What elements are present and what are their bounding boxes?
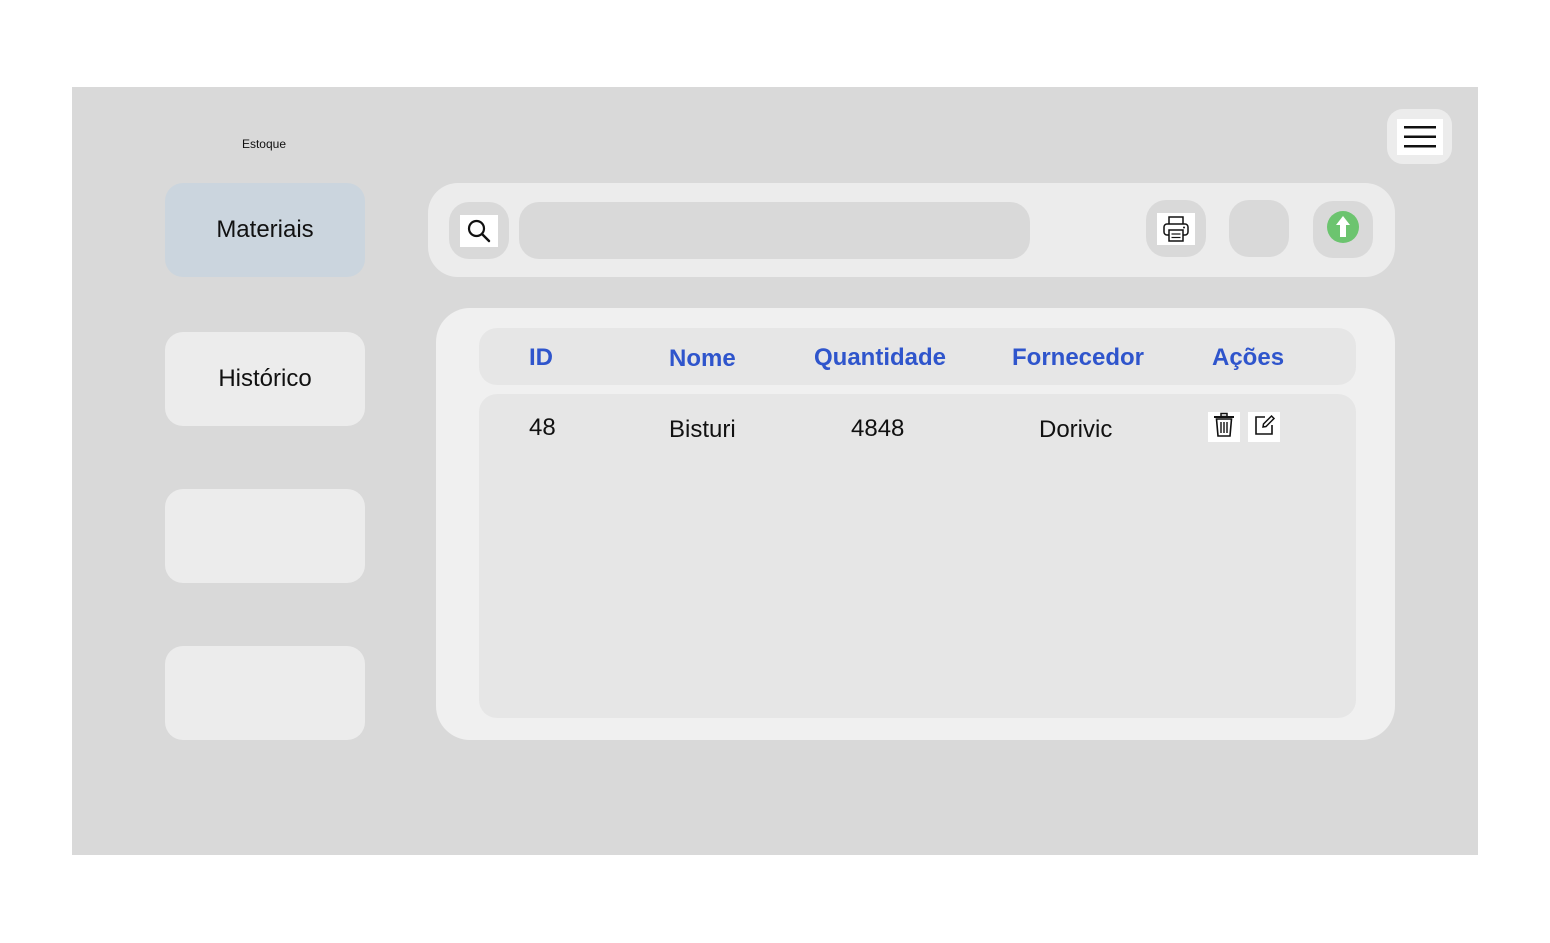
print-button[interactable] <box>1146 200 1206 257</box>
column-header-nome[interactable]: Nome <box>669 345 736 373</box>
toolbar <box>428 183 1395 277</box>
column-header-quantidade[interactable]: Quantidade <box>814 344 946 372</box>
sidebar-item-materiais[interactable]: Materiais <box>165 183 365 277</box>
cell-id: 48 <box>529 414 556 441</box>
cell-quantidade: 4848 <box>851 415 905 442</box>
column-header-id[interactable]: ID <box>529 344 553 372</box>
sidebar-item-historico[interactable]: Histórico <box>165 332 365 426</box>
menu-button[interactable] <box>1387 109 1452 164</box>
edit-button[interactable] <box>1248 412 1280 442</box>
sidebar-item-label: Materiais <box>216 216 314 243</box>
upload-button[interactable] <box>1313 201 1373 258</box>
materials-panel: ID Nome Quantidade Fornecedor Ações 48 B… <box>436 308 1395 740</box>
delete-button[interactable] <box>1208 412 1240 442</box>
sidebar-item-empty-1[interactable] <box>165 489 365 583</box>
table-body: 48 Bisturi 4848 Dorivic <box>479 394 1356 718</box>
column-header-fornecedor[interactable]: Fornecedor <box>1012 344 1144 372</box>
trash-icon <box>1212 412 1236 443</box>
hamburger-menu-icon <box>1396 118 1443 155</box>
empty-toolbar-button[interactable] <box>1229 200 1289 257</box>
search-icon <box>460 214 498 247</box>
sidebar-item-label: Histórico <box>218 365 312 392</box>
search-button[interactable] <box>449 202 509 259</box>
sidebar-item-empty-2[interactable] <box>165 646 365 740</box>
edit-icon <box>1252 413 1276 442</box>
table-header: ID Nome Quantidade Fornecedor Ações <box>479 328 1356 385</box>
app-title: Estoque <box>241 137 287 151</box>
cell-nome: Bisturi <box>669 416 736 443</box>
search-input[interactable] <box>519 202 1030 259</box>
upload-arrow-icon <box>1326 210 1360 249</box>
column-header-acoes: Ações <box>1212 344 1285 371</box>
printer-icon <box>1157 212 1195 245</box>
cell-fornecedor: Dorivic <box>1039 416 1113 443</box>
